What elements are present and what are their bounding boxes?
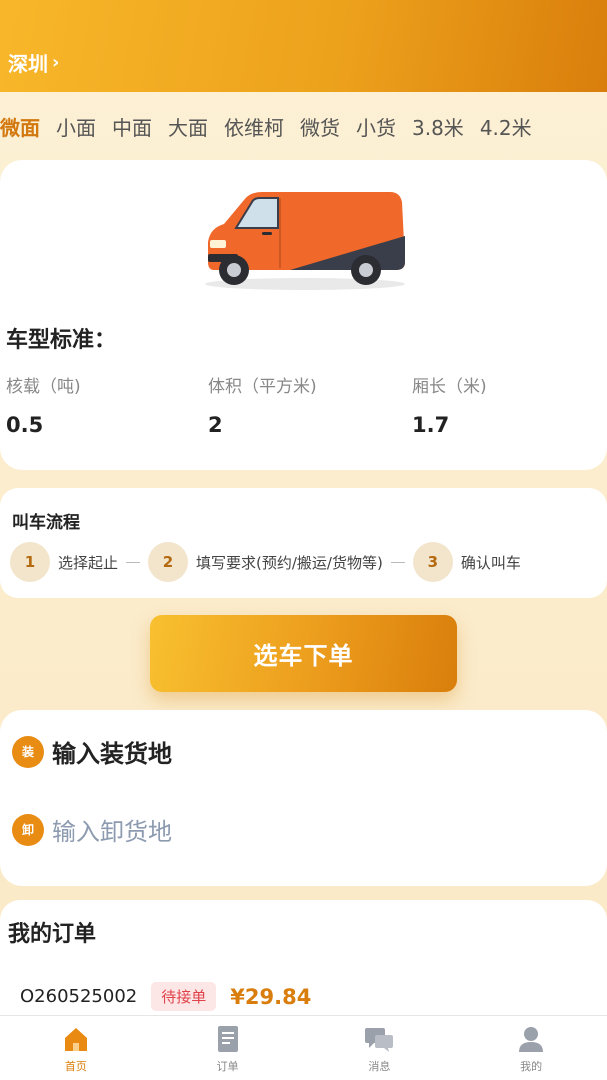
order-id: O260525002 bbox=[20, 986, 138, 1007]
tab-3-8m[interactable]: 3.8米 bbox=[404, 110, 472, 146]
load-address-field[interactable]: 装 输入装货地 bbox=[12, 734, 172, 769]
flow-title: 叫车流程 bbox=[12, 513, 80, 533]
spec-length-label: 厢长（米) bbox=[412, 377, 487, 397]
order-status-badge: 待接单 bbox=[151, 982, 217, 1011]
load-address-placeholder: 输入装货地 bbox=[52, 740, 172, 768]
tabbar-profile-label: 我的 bbox=[520, 1060, 543, 1073]
spec-load-label: 核载（吨) bbox=[6, 377, 81, 397]
tabbar-orders[interactable]: 订单 bbox=[152, 1016, 304, 1080]
van-illustration bbox=[205, 192, 405, 290]
select-vehicle-order-button[interactable]: 选车下单 bbox=[150, 615, 457, 692]
order-icon bbox=[213, 1024, 243, 1054]
spec-volume: 体积（平方米) 2 bbox=[208, 372, 317, 437]
home-icon bbox=[61, 1024, 91, 1054]
city-name: 深圳 bbox=[8, 52, 48, 76]
tab-xiaohuo[interactable]: 小货 bbox=[348, 110, 404, 146]
spec-load: 核载（吨) 0.5 bbox=[6, 372, 81, 437]
vehicle-standard-title: 车型标准： bbox=[6, 328, 117, 353]
step-3-number: 3 bbox=[412, 542, 453, 582]
flow-steps: 1 选择起止 2 填写要求(预约/搬运/货物等) 3 确认叫车 bbox=[10, 542, 521, 582]
tab-weimian[interactable]: 微面 bbox=[0, 110, 48, 146]
order-row[interactable]: O260525002 待接单 ¥29.84 bbox=[20, 982, 311, 1011]
tabbar-messages[interactable]: 消息 bbox=[304, 1016, 456, 1080]
tab-yiweike[interactable]: 依维柯 bbox=[216, 110, 292, 146]
message-icon bbox=[364, 1024, 394, 1054]
tabbar-profile[interactable]: 我的 bbox=[455, 1016, 607, 1080]
step-3-text: 确认叫车 bbox=[460, 553, 521, 572]
step-divider bbox=[126, 561, 141, 563]
step-1-text: 选择起止 bbox=[58, 553, 119, 572]
tabbar-home-label: 首页 bbox=[64, 1060, 87, 1073]
booking-flow-card: 叫车流程 1 选择起止 2 填写要求(预约/搬运/货物等) 3 确认叫车 bbox=[0, 488, 607, 598]
tabbar-messages-label: 消息 bbox=[368, 1060, 391, 1073]
step-divider bbox=[390, 561, 405, 563]
load-badge-icon: 装 bbox=[12, 735, 44, 768]
header-bar: 深圳 › bbox=[0, 0, 607, 92]
my-orders-title: 我的订单 bbox=[8, 922, 97, 947]
spec-volume-value: 2 bbox=[208, 413, 223, 437]
tab-zhongmian[interactable]: 中面 bbox=[104, 110, 160, 146]
unload-badge-icon: 卸 bbox=[12, 813, 44, 846]
tab-weihuo[interactable]: 微货 bbox=[292, 110, 348, 146]
unload-address-field[interactable]: 卸 输入卸货地 bbox=[12, 812, 172, 847]
chevron-right-icon: › bbox=[52, 52, 60, 73]
tab-4-2m[interactable]: 4.2米 bbox=[472, 110, 540, 146]
profile-icon bbox=[516, 1024, 546, 1054]
step-2-number: 2 bbox=[148, 542, 189, 582]
city-selector[interactable]: 深圳 › bbox=[8, 48, 59, 77]
step-2-text: 填写要求(预约/搬运/货物等) bbox=[196, 553, 383, 572]
spec-length: 厢长（米) 1.7 bbox=[412, 372, 487, 437]
tab-damian[interactable]: 大面 bbox=[160, 110, 216, 146]
vehicle-card: 车型标准： 核载（吨) 0.5 体积（平方米) 2 厢长（米) 1.7 bbox=[0, 160, 607, 470]
tab-xiaomian[interactable]: 小面 bbox=[48, 110, 104, 146]
bottom-tab-bar: 首页 订单 消息 我的 bbox=[0, 1015, 607, 1080]
spec-volume-label: 体积（平方米) bbox=[208, 377, 317, 397]
spec-length-value: 1.7 bbox=[412, 413, 450, 437]
vehicle-type-tabs: 微面 小面 中面 大面 依维柯 微货 小货 3.8米 4.2米 bbox=[0, 110, 607, 146]
spec-load-value: 0.5 bbox=[6, 413, 44, 437]
order-price: ¥29.84 bbox=[230, 984, 312, 1009]
step-1-number: 1 bbox=[10, 542, 50, 582]
tabbar-home[interactable]: 首页 bbox=[0, 1016, 152, 1080]
tabbar-orders-label: 订单 bbox=[216, 1060, 239, 1073]
unload-address-placeholder: 输入卸货地 bbox=[52, 818, 172, 846]
